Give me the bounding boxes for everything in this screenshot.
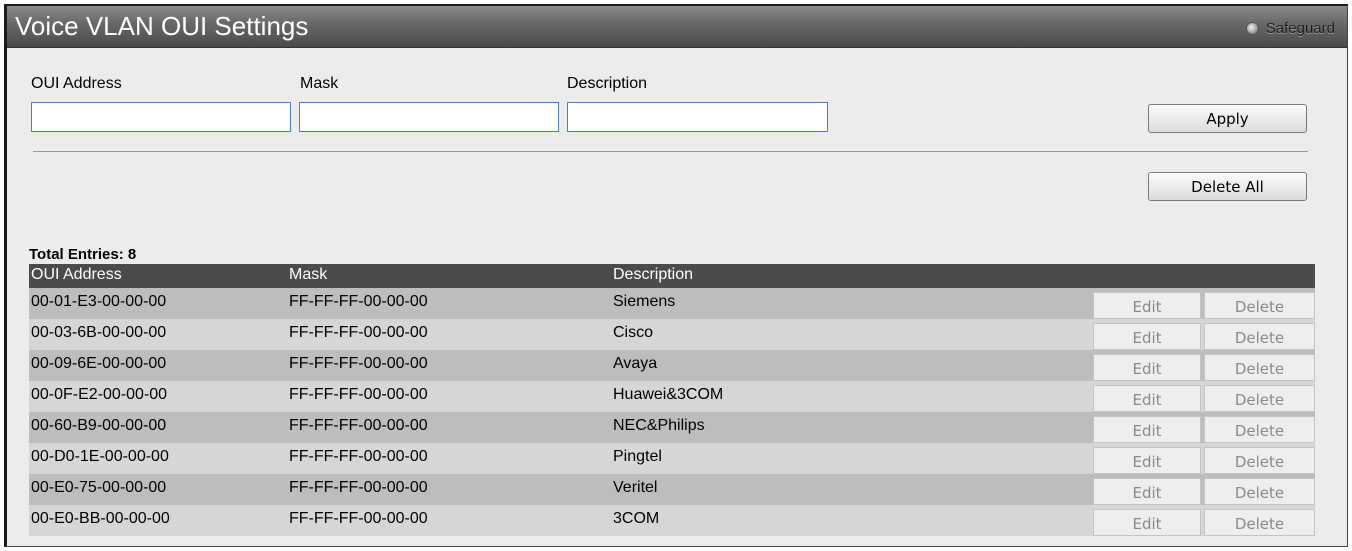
edit-button[interactable]: Edit <box>1093 478 1201 505</box>
apply-button[interactable]: Apply <box>1148 104 1307 133</box>
edit-button[interactable]: Edit <box>1093 323 1201 350</box>
cell-mask: FF-FF-FF-00-00-00 <box>289 479 428 496</box>
table-row: 00-03-6B-00-00-00 FF-FF-FF-00-00-00 Cisc… <box>29 319 1315 350</box>
oui-address-input[interactable] <box>31 102 291 132</box>
edit-button[interactable]: Edit <box>1093 354 1201 381</box>
cell-oui-address: 00-E0-75-00-00-00 <box>31 479 167 496</box>
cell-mask: FF-FF-FF-00-00-00 <box>289 510 428 527</box>
cell-mask: FF-FF-FF-00-00-00 <box>289 448 428 465</box>
table-row: 00-60-B9-00-00-00 FF-FF-FF-00-00-00 NEC&… <box>29 412 1315 443</box>
title-bar: Voice VLAN OUI Settings Safeguard <box>7 6 1347 48</box>
table-row: 00-D0-1E-00-00-00 FF-FF-FF-00-00-00 Ping… <box>29 443 1315 474</box>
delete-button[interactable]: Delete <box>1204 354 1315 381</box>
divider <box>33 151 1308 152</box>
delete-button[interactable]: Delete <box>1204 478 1315 505</box>
safeguard-label: Safeguard <box>1265 19 1335 37</box>
edit-button[interactable]: Edit <box>1093 509 1201 536</box>
cell-oui-address: 00-60-B9-00-00-00 <box>31 417 167 434</box>
delete-button[interactable]: Delete <box>1204 292 1315 319</box>
table-row: 00-01-E3-00-00-00 FF-FF-FF-00-00-00 Siem… <box>29 288 1315 319</box>
oui-table: OUI Address Mask Description 00-01-E3-00… <box>29 264 1315 536</box>
table-header: OUI Address Mask Description <box>29 264 1315 288</box>
header-description: Description <box>613 266 694 283</box>
safeguard-indicator: Safeguard <box>1245 16 1335 40</box>
cell-description: NEC&Philips <box>613 417 705 434</box>
page-title: Voice VLAN OUI Settings <box>15 11 309 41</box>
delete-button[interactable]: Delete <box>1204 385 1315 412</box>
delete-button[interactable]: Delete <box>1204 416 1315 443</box>
cell-description: Cisco <box>613 324 654 341</box>
cell-mask: FF-FF-FF-00-00-00 <box>289 417 428 434</box>
cell-mask: FF-FF-FF-00-00-00 <box>289 386 428 403</box>
cell-oui-address: 00-03-6B-00-00-00 <box>31 324 167 341</box>
edit-button[interactable]: Edit <box>1093 292 1201 319</box>
edit-button[interactable]: Edit <box>1093 447 1201 474</box>
cell-description: Siemens <box>613 293 676 310</box>
description-input[interactable] <box>567 102 828 132</box>
delete-button[interactable]: Delete <box>1204 447 1315 474</box>
description-label: Description <box>567 75 648 92</box>
cell-description: Pingtel <box>613 448 662 465</box>
cell-mask: FF-FF-FF-00-00-00 <box>289 293 428 310</box>
edit-button[interactable]: Edit <box>1093 385 1201 412</box>
cell-oui-address: 00-E0-BB-00-00-00 <box>31 510 170 527</box>
mask-input[interactable] <box>299 102 559 132</box>
delete-button[interactable]: Delete <box>1204 323 1315 350</box>
cell-oui-address: 00-D0-1E-00-00-00 <box>31 448 169 465</box>
table-row: 00-E0-75-00-00-00 FF-FF-FF-00-00-00 Veri… <box>29 474 1315 505</box>
delete-button[interactable]: Delete <box>1204 509 1315 536</box>
delete-all-button[interactable]: Delete All <box>1148 172 1307 201</box>
oui-address-label: OUI Address <box>31 75 122 92</box>
table-row: 00-0F-E2-00-00-00 FF-FF-FF-00-00-00 Huaw… <box>29 381 1315 412</box>
cell-description: Veritel <box>613 479 658 496</box>
table-row: 00-09-6E-00-00-00 FF-FF-FF-00-00-00 Avay… <box>29 350 1315 381</box>
safeguard-status-icon <box>1245 21 1259 35</box>
cell-description: Huawei&3COM <box>613 386 724 403</box>
cell-mask: FF-FF-FF-00-00-00 <box>289 324 428 341</box>
cell-oui-address: 00-09-6E-00-00-00 <box>31 355 167 372</box>
settings-panel: Voice VLAN OUI Settings Safeguard OUI Ad… <box>4 4 1348 547</box>
table-row: 00-E0-BB-00-00-00 FF-FF-FF-00-00-00 3COM… <box>29 505 1315 536</box>
cell-description: Avaya <box>613 355 658 372</box>
cell-mask: FF-FF-FF-00-00-00 <box>289 355 428 372</box>
header-oui-address: OUI Address <box>31 266 122 283</box>
header-mask: Mask <box>289 266 328 283</box>
cell-oui-address: 00-0F-E2-00-00-00 <box>31 386 168 403</box>
cell-oui-address: 00-01-E3-00-00-00 <box>31 293 167 310</box>
cell-description: 3COM <box>613 510 660 527</box>
mask-label: Mask <box>300 75 339 92</box>
edit-button[interactable]: Edit <box>1093 416 1201 443</box>
total-entries: Total Entries: 8 <box>29 246 137 263</box>
